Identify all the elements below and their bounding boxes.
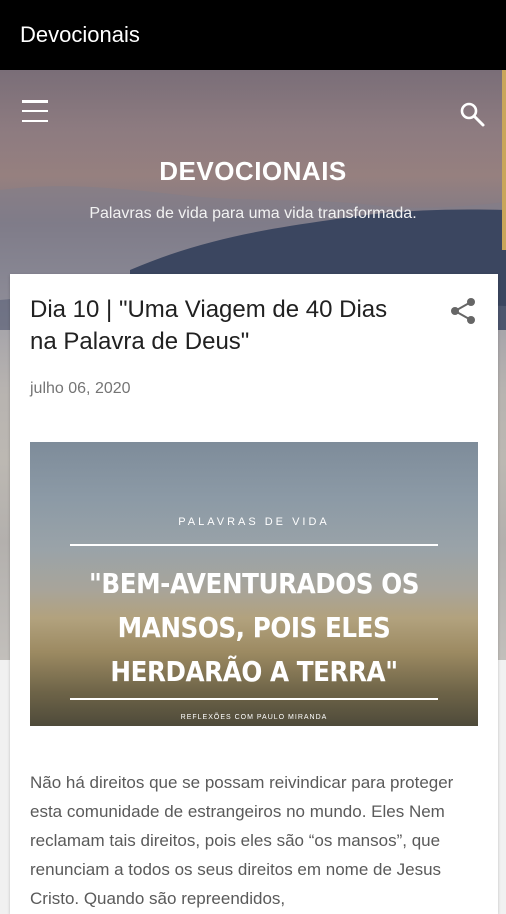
app-title: Devocionais — [20, 22, 140, 47]
image-quote: "BEM-AVENTURADOS OS MANSOS, POIS ELES HE… — [88, 567, 420, 688]
image-kicker: PALAVRAS DE VIDA — [178, 516, 330, 528]
image-top-line — [70, 544, 438, 546]
post-date[interactable]: julho 06, 2020 — [30, 380, 131, 398]
post-card: Dia 10 | "Uma Viagem de 40 Dias na Palav… — [10, 274, 498, 914]
app-bar: Devocionais — [0, 0, 506, 70]
post-title[interactable]: Dia 10 | "Uma Viagem de 40 Dias na Palav… — [30, 294, 420, 358]
post-body: Não há direitos que se possam reivindica… — [30, 773, 454, 908]
share-icon[interactable] — [448, 296, 478, 326]
menu-icon — [22, 100, 48, 103]
image-bottom-line — [70, 698, 438, 700]
menu-button[interactable] — [22, 100, 48, 122]
site-description: Palavras de vida para uma vida transform… — [89, 205, 417, 222]
search-icon[interactable] — [458, 100, 486, 128]
site-title[interactable]: DEVOCIONAIS — [0, 156, 506, 187]
post-image[interactable]: PALAVRAS DE VIDA "BEM-AVENTURADOS OS MAN… — [30, 442, 478, 726]
image-credit: REFLEXÕES COM PAULO MIRANDA — [180, 714, 328, 721]
